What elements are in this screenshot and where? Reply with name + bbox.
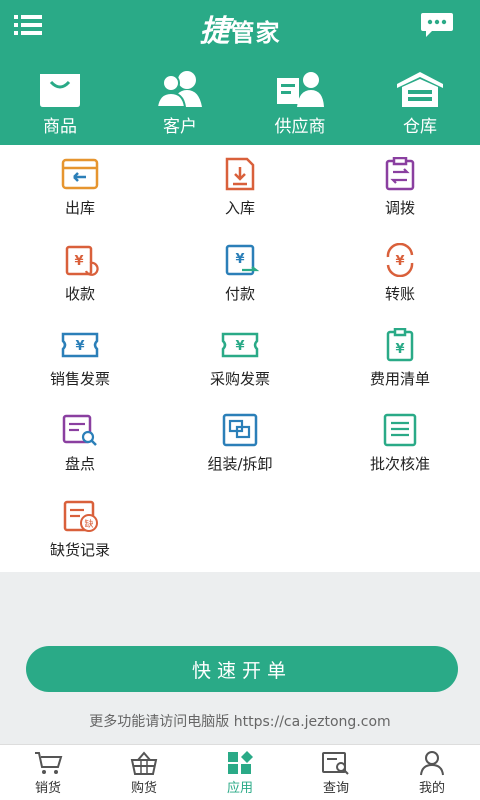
- func-label: 采购发票: [209, 369, 270, 388]
- batch-approve-icon: [383, 414, 417, 447]
- receive-payment-icon: ¥: [65, 245, 99, 276]
- func-transfer[interactable]: 调拨: [320, 145, 480, 230]
- top-nav-label: 商品: [43, 117, 77, 137]
- func-make-payment[interactable]: ¥ 付款: [160, 230, 320, 315]
- top-nav-goods[interactable]: 商品: [0, 70, 120, 140]
- tab-label: 销货: [34, 780, 61, 796]
- svg-text:¥: ¥: [395, 342, 404, 357]
- func-label: 费用清单: [369, 369, 430, 388]
- app-title: 捷管家: [0, 6, 480, 50]
- shopping-bag-icon: [40, 74, 80, 107]
- func-label: 盘点: [64, 455, 95, 474]
- func-shortage-record[interactable]: 缺 缺货记录: [0, 487, 160, 572]
- func-sales-invoice[interactable]: ¥ 销售发票: [0, 316, 160, 401]
- svg-text:¥: ¥: [235, 252, 244, 267]
- func-label: 付款: [224, 284, 255, 303]
- outbound-box-icon: [61, 158, 99, 190]
- top-nav-suppliers[interactable]: 供应商: [240, 70, 360, 140]
- warehouse-icon: [397, 72, 443, 107]
- func-label: 收款: [64, 284, 95, 303]
- top-nav-customers[interactable]: 客户: [120, 70, 240, 140]
- tab-query[interactable]: 查询: [288, 745, 384, 800]
- func-batch-approve[interactable]: 批次核准: [320, 401, 480, 486]
- supplier-icon: [277, 72, 324, 107]
- function-grid: 出库 入库 调拨 ¥ 收款 ¥ 付款 ¥ 转账 ¥ 销售发票 ¥ 采购发票 ¥ …: [0, 145, 480, 572]
- shortage-record-icon: 缺: [63, 500, 98, 532]
- func-receive-payment[interactable]: ¥ 收款: [0, 230, 160, 315]
- make-payment-icon: ¥: [225, 244, 260, 275]
- cart-icon: [35, 751, 63, 774]
- top-nav: 商品 客户 供应商 仓库: [0, 70, 480, 140]
- func-outbound[interactable]: 出库: [0, 145, 160, 230]
- purchase-invoice-icon: ¥: [221, 332, 259, 358]
- search-doc-icon: [322, 751, 349, 775]
- basket-icon: [130, 750, 158, 775]
- func-purchase-invoice[interactable]: ¥ 采购发票: [160, 316, 320, 401]
- func-transfer-money[interactable]: ¥ 转账: [320, 230, 480, 315]
- svg-text:¥: ¥: [395, 254, 404, 269]
- person-icon: [420, 750, 444, 775]
- svg-text:¥: ¥: [75, 339, 84, 354]
- expense-list-icon: ¥: [386, 327, 414, 362]
- func-label: 调拨: [384, 199, 415, 218]
- empty-cell: [160, 487, 320, 572]
- pc-version-note: 更多功能请访问电脑版 https://ca.jeztong.com: [89, 714, 391, 730]
- shortage-badge: 缺: [84, 518, 93, 530]
- func-assemble[interactable]: 组装/拆卸: [160, 401, 320, 486]
- top-nav-label: 供应商: [274, 117, 326, 137]
- apps-icon: [228, 750, 253, 774]
- func-inbound[interactable]: 入库: [160, 145, 320, 230]
- top-nav-label: 客户: [163, 117, 197, 137]
- tab-label: 查询: [322, 780, 349, 796]
- header: 捷管家 商品 客户 供应商 仓库: [0, 0, 480, 145]
- chat-icon[interactable]: [420, 12, 454, 38]
- tab-label: 我的: [418, 780, 445, 796]
- assemble-icon: [222, 414, 258, 447]
- bottom-nav: 销货 购货 应用 查询 我的: [0, 744, 480, 800]
- top-nav-warehouse[interactable]: 仓库: [360, 70, 480, 140]
- func-label: 批次核准: [369, 455, 430, 474]
- tab-apps[interactable]: 应用: [192, 745, 288, 800]
- func-label: 入库: [224, 199, 255, 218]
- tab-purchase[interactable]: 购货: [96, 745, 192, 800]
- tab-sales[interactable]: 销货: [0, 745, 96, 800]
- empty-cell: [320, 487, 480, 572]
- func-expense-list[interactable]: ¥ 费用清单: [320, 316, 480, 401]
- svg-text:¥: ¥: [74, 254, 83, 269]
- inbound-doc-icon: [225, 157, 255, 191]
- quick-order-button[interactable]: 快速开单: [26, 646, 458, 692]
- stocktake-icon: [62, 415, 97, 447]
- sales-invoice-icon: ¥: [61, 332, 99, 358]
- func-label: 组装/拆卸: [207, 455, 273, 474]
- func-stocktake[interactable]: 盘点: [0, 401, 160, 486]
- users-icon: [155, 71, 202, 108]
- func-label: 销售发票: [49, 369, 110, 388]
- top-nav-label: 仓库: [403, 117, 437, 137]
- tab-label: 应用: [226, 780, 253, 796]
- transfer-money-icon: ¥: [386, 242, 414, 277]
- transfer-clipboard-icon: [385, 157, 415, 191]
- func-label: 转账: [384, 284, 415, 303]
- tab-label: 购货: [130, 780, 157, 796]
- app-title-text: 管家: [230, 19, 281, 47]
- func-label: 出库: [64, 199, 95, 218]
- tab-mine[interactable]: 我的: [384, 745, 480, 800]
- func-label: 缺货记录: [49, 540, 110, 559]
- logo-mark: 捷: [199, 14, 231, 49]
- svg-text:¥: ¥: [235, 339, 244, 354]
